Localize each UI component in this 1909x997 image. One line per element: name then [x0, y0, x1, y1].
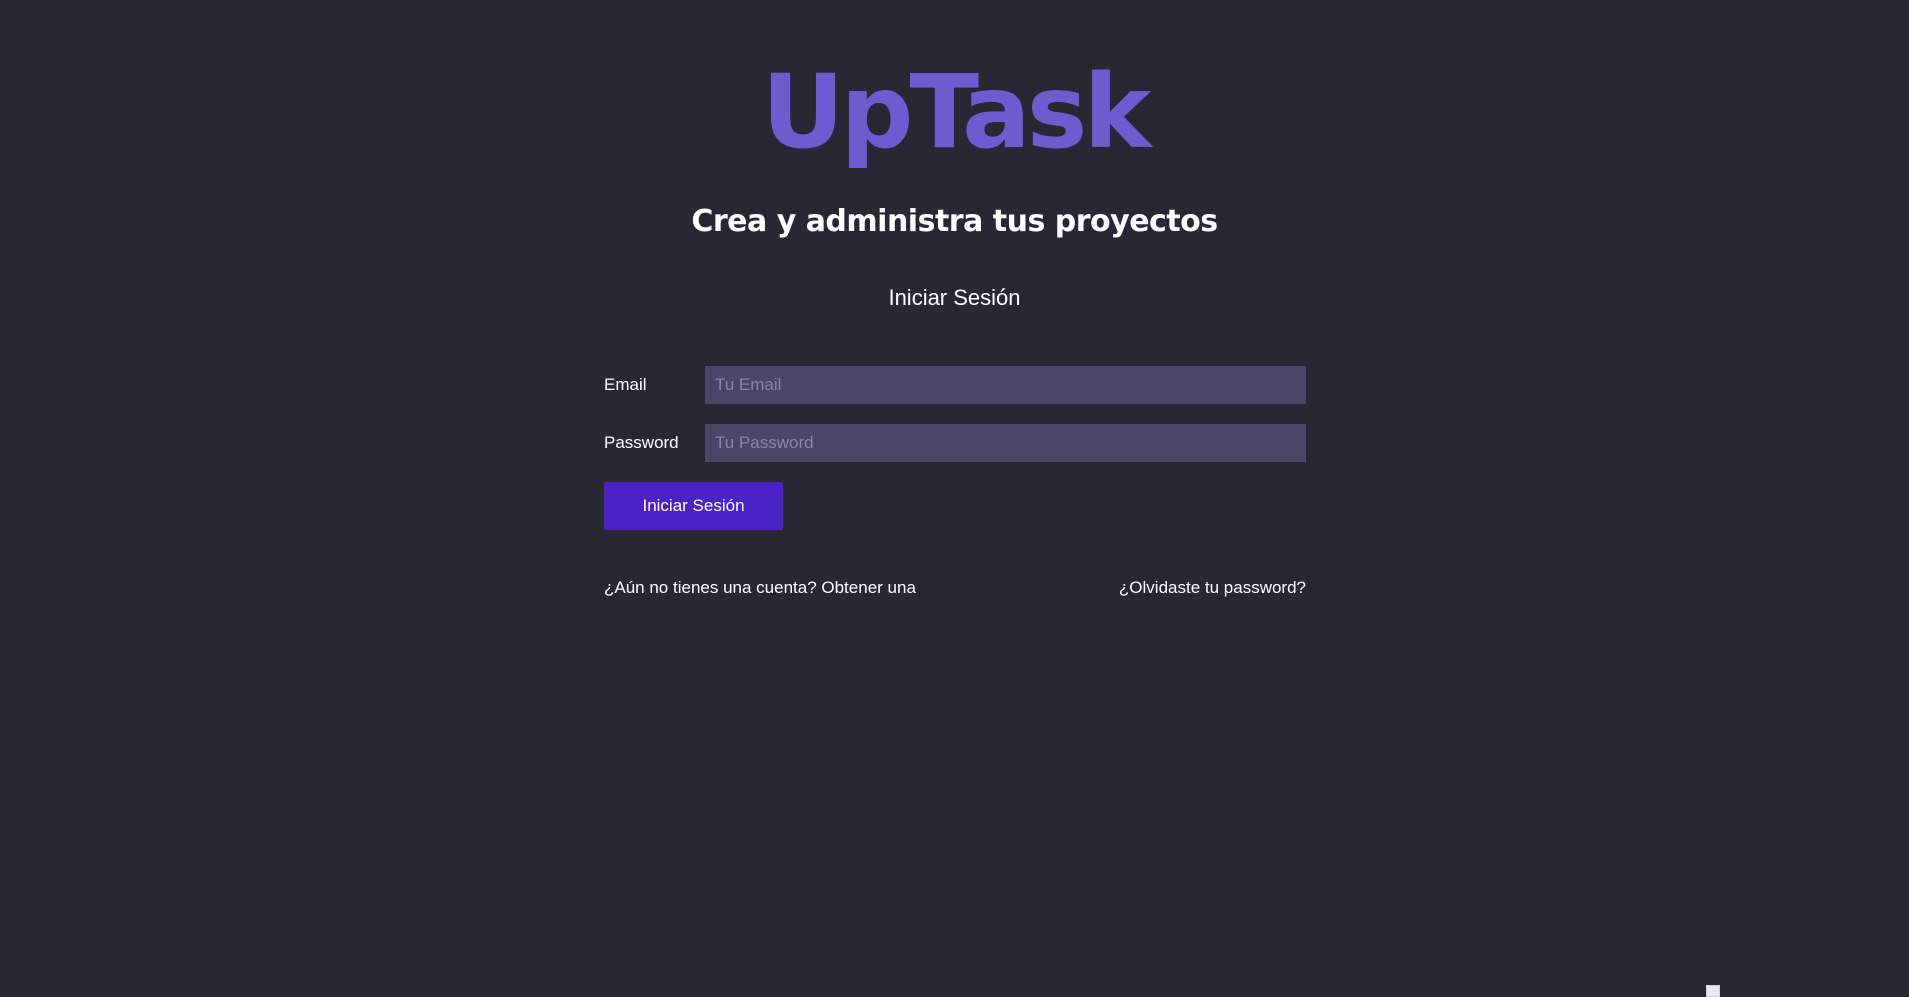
email-label: Email — [604, 375, 647, 394]
login-submit-button[interactable]: Iniciar Sesión — [604, 482, 783, 530]
password-field-row: Password — [604, 424, 1306, 462]
password-input[interactable] — [705, 424, 1306, 462]
form-title: Iniciar Sesión — [888, 285, 1021, 310]
login-form: Email Password Iniciar Sesión — [604, 366, 1306, 530]
forgot-password-link[interactable]: ¿Olvidaste tu password? — [1119, 578, 1306, 598]
account-links: ¿Aún no tienes una cuenta? Obtener una ¿… — [604, 578, 1306, 598]
email-input[interactable] — [705, 366, 1306, 404]
email-field-row: Email — [604, 366, 1306, 404]
login-page: UpTask Crea y administra tus proyectos I… — [0, 0, 1909, 997]
tagline: Crea y administra tus proyectos — [691, 204, 1218, 239]
app-logo: UpTask — [761, 53, 1152, 172]
password-label: Password — [604, 433, 679, 452]
broken-image-icon — [1706, 985, 1720, 997]
create-account-link[interactable]: ¿Aún no tienes una cuenta? Obtener una — [604, 578, 916, 598]
broken-image — [1706, 985, 1896, 997]
